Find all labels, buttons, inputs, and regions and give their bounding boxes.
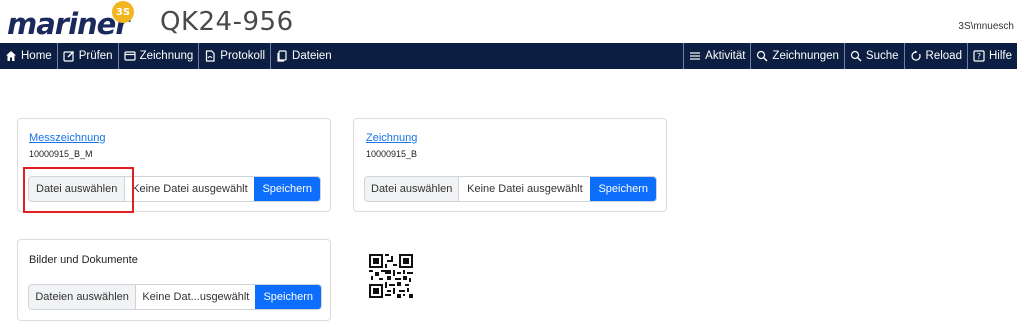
- search-icon: [850, 50, 862, 62]
- nav-pruefen-label: Prüfen: [78, 50, 113, 62]
- logo-text: mariner: [7, 7, 130, 41]
- nav-zeichnungen[interactable]: Zeichnungen: [750, 43, 844, 69]
- edit-icon: [63, 50, 75, 62]
- nav-zeichnungen-label: Zeichnungen: [772, 50, 839, 62]
- zeichnung-link[interactable]: Zeichnung: [366, 132, 417, 144]
- reload-icon: [910, 50, 922, 62]
- zeichnung-file-status: Keine Datei ausgewählt: [459, 177, 591, 201]
- window-icon: [123, 50, 136, 62]
- nav-hilfe-label: Hilfe: [988, 50, 1012, 62]
- main-navbar: Home Prüfen Zeichnung Protokoll Dateien: [0, 43, 1017, 69]
- nav-home-label: Home: [21, 50, 52, 62]
- nav-protokoll-label: Protokoll: [220, 50, 266, 62]
- nav-aktivitaet-label: Aktivität: [705, 50, 746, 62]
- navbar-right: Aktivität Zeichnungen Suche Reload ? Hil…: [683, 43, 1017, 69]
- nav-zeichnung-label: Zeichnung: [139, 50, 194, 62]
- header: mariner 3S QK24-956 3S\mnuesch: [0, 0, 1020, 42]
- bilder-dokumente-heading: Bilder und Dokumente: [29, 254, 138, 266]
- nav-suche-label: Suche: [865, 50, 899, 62]
- messzeichnung-link[interactable]: Messzeichnung: [29, 132, 105, 144]
- bilder-choose-files-button[interactable]: Dateien auswählen: [29, 285, 137, 309]
- nav-protokoll[interactable]: Protokoll: [199, 43, 272, 69]
- zeichnung-file-input[interactable]: Datei auswählen Keine Datei ausgewählt S…: [364, 176, 657, 202]
- document-icon: [204, 50, 216, 62]
- messzeichnung-file-status: Keine Datei ausgewählt: [125, 177, 255, 201]
- search-icon: [756, 50, 768, 62]
- bilder-file-input[interactable]: Dateien auswählen Keine Dat...usgewählt …: [28, 284, 322, 310]
- files-icon: [276, 50, 288, 62]
- qr-code: [369, 254, 413, 298]
- nav-aktivitaet[interactable]: Aktivität: [683, 43, 750, 69]
- zeichnung-file-id: 10000915_B: [366, 149, 418, 159]
- nav-pruefen[interactable]: Prüfen: [58, 43, 119, 69]
- messzeichnung-file-id: 10000915_B_M: [29, 149, 93, 159]
- bilder-dokumente-card: Bilder und Dokumente Dateien auswählen K…: [17, 239, 331, 321]
- logo-badge: 3S: [112, 1, 134, 23]
- user-label: 3S\mnuesch: [958, 21, 1014, 32]
- nav-dateien[interactable]: Dateien: [271, 43, 337, 69]
- svg-text:?: ?: [977, 52, 981, 61]
- navbar-left: Home Prüfen Zeichnung Protokoll Dateien: [0, 43, 337, 69]
- nav-dateien-label: Dateien: [292, 50, 332, 62]
- list-icon: [689, 50, 701, 62]
- nav-hilfe[interactable]: ? Hilfe: [966, 43, 1017, 69]
- help-icon: ?: [973, 50, 985, 62]
- zeichnung-choose-file-button[interactable]: Datei auswählen: [365, 177, 460, 201]
- page-title: QK24-956: [160, 7, 294, 37]
- mariner-logo[interactable]: mariner: [7, 4, 130, 41]
- home-icon: [5, 50, 17, 62]
- nav-reload[interactable]: Reload: [903, 43, 967, 69]
- nav-zeichnung[interactable]: Zeichnung: [119, 43, 200, 69]
- bilder-file-status: Keine Dat...usgewählt: [136, 285, 256, 309]
- nav-home[interactable]: Home: [0, 43, 58, 69]
- zeichnung-card: Zeichnung 10000915_B Datei auswählen Kei…: [353, 118, 667, 212]
- nav-suche[interactable]: Suche: [843, 43, 904, 69]
- nav-reload-label: Reload: [925, 50, 962, 62]
- zeichnung-save-button[interactable]: Speichern: [590, 177, 656, 201]
- highlight-box: [23, 167, 134, 213]
- bilder-save-button[interactable]: Speichern: [255, 285, 321, 309]
- messzeichnung-save-button[interactable]: Speichern: [254, 177, 320, 201]
